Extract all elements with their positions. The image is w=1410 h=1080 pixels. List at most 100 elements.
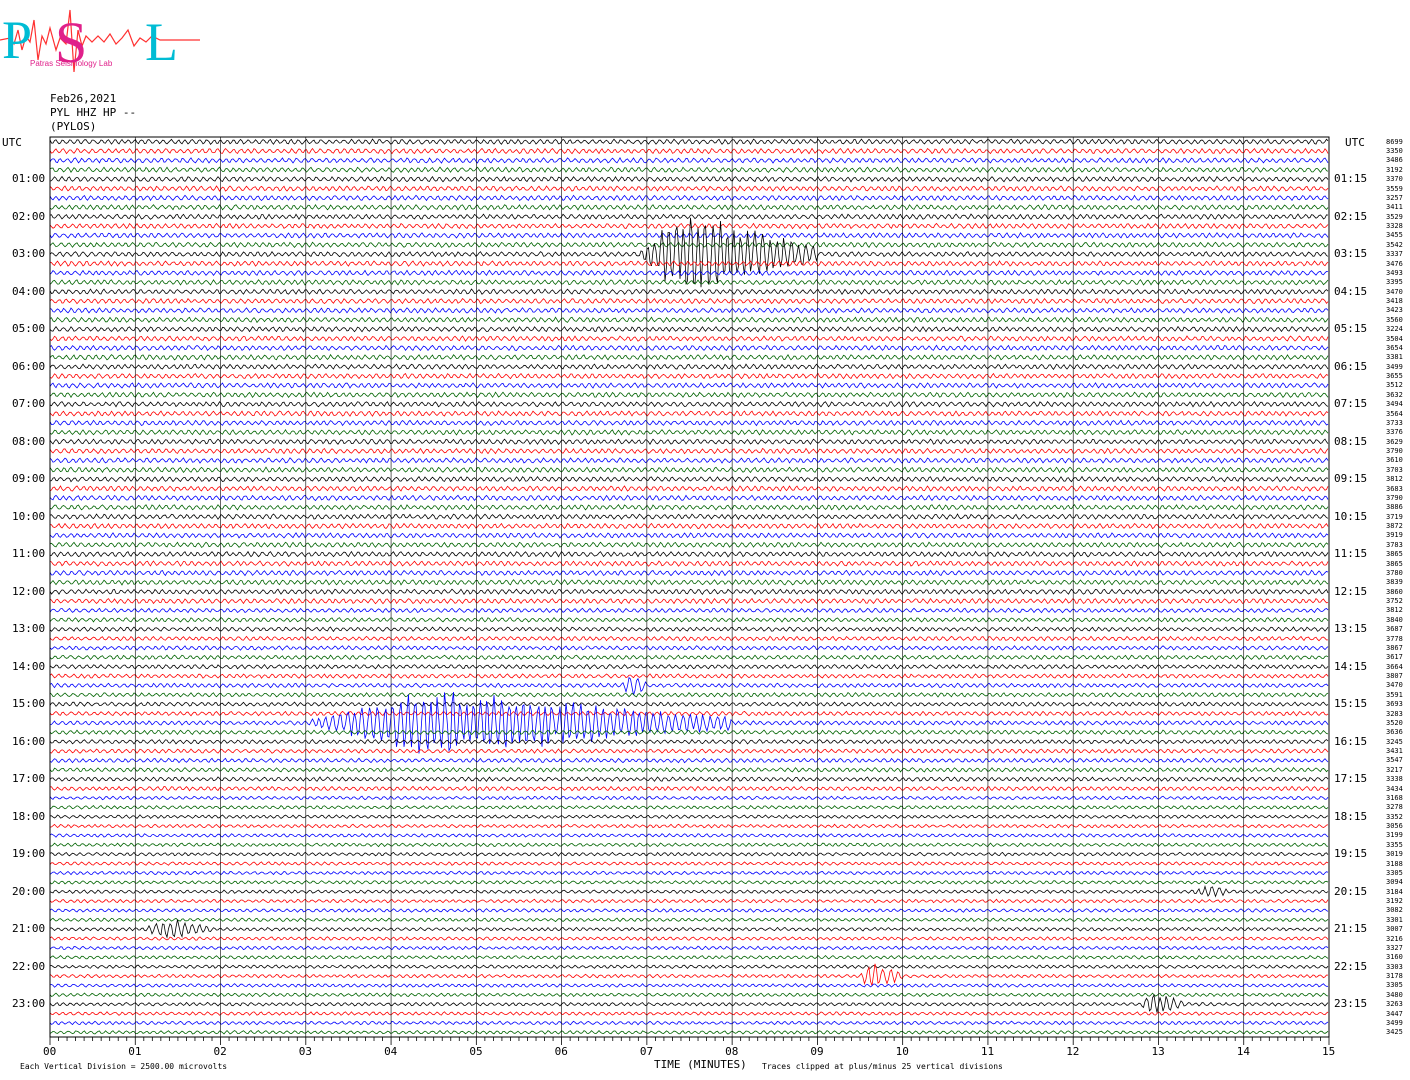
trace-row-66 — [49, 757, 1329, 764]
trace-row-0 — [49, 138, 1329, 145]
row-count-label: 3512 — [1386, 381, 1403, 390]
right-hour-label: 01:15 — [1334, 172, 1368, 186]
row-count-label: 3278 — [1386, 803, 1403, 812]
row-count-label: 3376 — [1386, 428, 1403, 437]
trace-row-80 — [49, 884, 1329, 898]
row-count-label: 3752 — [1386, 597, 1403, 606]
trace-row-35 — [49, 466, 1329, 474]
row-count-label: 3872 — [1386, 522, 1403, 531]
right-hour-label: 05:15 — [1334, 322, 1368, 336]
row-count-label: 3504 — [1386, 334, 1403, 343]
trace-row-63 — [49, 729, 1329, 736]
right-hour-label: 12:15 — [1334, 584, 1368, 598]
row-count-label: 3559 — [1386, 184, 1403, 193]
row-count-label: 3865 — [1386, 550, 1403, 559]
right-hour-label: 19:15 — [1334, 847, 1368, 861]
row-count-label: 3337 — [1386, 250, 1403, 259]
row-count-label: 3257 — [1386, 193, 1403, 202]
row-count-label: 3867 — [1386, 643, 1403, 652]
row-count-label: 3160 — [1386, 953, 1403, 962]
row-count-label: 3865 — [1386, 559, 1403, 568]
row-count-label: 3547 — [1386, 756, 1403, 765]
row-count-label: 3494 — [1386, 400, 1403, 409]
trace-row-70 — [49, 795, 1329, 801]
x-tick-label: 08 — [725, 1045, 739, 1058]
row-count-label: 3283 — [1386, 709, 1403, 718]
trace-row-85 — [49, 936, 1329, 941]
trace-row-73 — [49, 823, 1329, 829]
row-count-label: 3812 — [1386, 606, 1403, 615]
row-count-label: 3591 — [1386, 690, 1403, 699]
x-tick-label: 05 — [469, 1045, 483, 1058]
row-count-label: 3632 — [1386, 390, 1403, 399]
row-count-label: 3455 — [1386, 231, 1403, 240]
right-hour-label: 20:15 — [1334, 884, 1368, 898]
row-count-label: 3719 — [1386, 512, 1403, 521]
left-hour-label: 08:00 — [12, 434, 46, 448]
left-hour-label: 22:00 — [12, 959, 46, 973]
trace-row-44 — [49, 550, 1329, 558]
x-tick-label: 01 — [128, 1045, 142, 1058]
row-count-label: 3199 — [1386, 831, 1403, 840]
trace-row-12 — [49, 217, 1329, 288]
trace-row-43 — [49, 541, 1329, 549]
right-hour-label: 17:15 — [1334, 772, 1368, 786]
trace-row-95 — [49, 1029, 1329, 1035]
x-tick-label: 04 — [384, 1045, 398, 1058]
row-count-label: 3476 — [1386, 259, 1403, 268]
trace-row-28 — [49, 400, 1329, 408]
trace-row-81 — [49, 898, 1329, 904]
left-hour-label: 12:00 — [12, 584, 46, 598]
trace-row-61 — [49, 710, 1329, 717]
row-count-label: 3094 — [1386, 878, 1403, 887]
trace-row-16 — [49, 288, 1329, 296]
left-hour-label: 01:00 — [12, 172, 46, 186]
vertical-division-note: Each Vertical Division = 2500.00 microvo… — [20, 1062, 228, 1071]
trace-row-32 — [49, 438, 1329, 445]
trace-row-77 — [49, 861, 1329, 866]
row-count-label: 3447 — [1386, 1009, 1403, 1018]
trace-row-68 — [49, 776, 1329, 782]
trace-row-83 — [49, 917, 1329, 923]
row-count-label: 3192 — [1386, 897, 1403, 906]
trace-row-87 — [49, 954, 1329, 960]
right-hour-label: 09:15 — [1334, 472, 1368, 486]
row-count-label: 3188 — [1386, 859, 1403, 868]
trace-row-5 — [49, 185, 1329, 192]
trace-row-18 — [49, 307, 1329, 314]
row-count-label: 3783 — [1386, 540, 1403, 549]
row-count-label: 8699 — [1386, 137, 1403, 146]
row-count-label: 3693 — [1386, 700, 1403, 709]
trace-row-37 — [49, 485, 1329, 492]
left-hour-label: 07:00 — [12, 397, 46, 411]
trace-row-93 — [49, 1011, 1329, 1016]
row-count-label: 3425 — [1386, 1028, 1403, 1037]
trace-row-94 — [49, 1020, 1329, 1026]
trace-row-48 — [49, 588, 1329, 596]
trace-group — [49, 138, 1329, 1035]
trace-row-41 — [49, 522, 1329, 530]
row-count-label: 3687 — [1386, 625, 1403, 634]
x-tick-label: 13 — [1151, 1045, 1165, 1058]
trace-row-56 — [49, 663, 1329, 670]
row-count-label: 3683 — [1386, 484, 1403, 493]
left-hour-label: 19:00 — [12, 847, 46, 861]
left-hour-label: 17:00 — [12, 772, 46, 786]
trace-row-26 — [49, 382, 1329, 389]
row-count-label: 3431 — [1386, 747, 1403, 756]
row-count-label: 3486 — [1386, 156, 1403, 165]
trace-row-64 — [49, 738, 1329, 745]
clip-note: Traces clipped at plus/minus 25 vertical… — [762, 1062, 1003, 1071]
trace-row-84 — [49, 919, 1329, 939]
right-hour-label: 22:15 — [1334, 959, 1368, 973]
trace-row-27 — [49, 391, 1329, 399]
row-count-label: 3216 — [1386, 934, 1403, 943]
trace-row-40 — [49, 513, 1329, 520]
row-count-label: 3056 — [1386, 822, 1403, 831]
row-count-label: 3301 — [1386, 915, 1403, 924]
row-count-label: 3082 — [1386, 906, 1403, 915]
row-count-label: 3370 — [1386, 175, 1403, 184]
row-count-label: 3470 — [1386, 287, 1403, 296]
trace-row-45 — [49, 560, 1329, 567]
left-hour-label: 15:00 — [12, 697, 46, 711]
